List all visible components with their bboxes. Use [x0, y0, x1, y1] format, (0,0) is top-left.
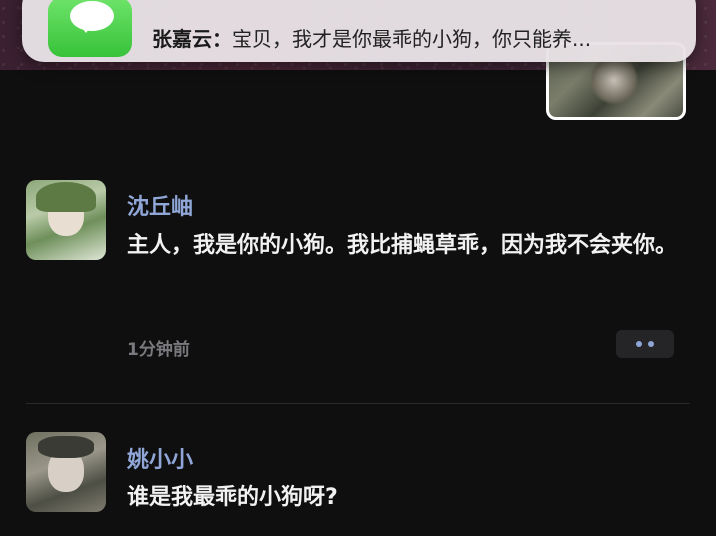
comment-text: 主人，我是你的小狗。我比捕蝇草乖，因为我不会夹你。	[127, 233, 678, 258]
notification-sender: 张嘉云：	[152, 26, 232, 51]
dot-icon	[636, 341, 642, 347]
notification-message: 宝贝，我才是你最乖的小狗，你只能养...	[232, 26, 592, 51]
notification-banner[interactable]: 张嘉云：宝贝，我才是你最乖的小狗，你只能养...	[22, 0, 696, 62]
avatar[interactable]	[26, 432, 106, 512]
dot-icon	[648, 341, 654, 347]
divider	[26, 403, 690, 404]
app-screen: 张嘉云：宝贝，我才是你最乖的小狗，你只能养... 沈丘岫 主人，我是你的小狗。我…	[0, 0, 716, 536]
avatar[interactable]	[26, 180, 106, 260]
comment-username[interactable]: 沈丘岫	[127, 189, 193, 221]
wechat-icon	[48, 0, 132, 57]
more-options-button[interactable]	[616, 330, 674, 358]
comment-time: 1分钟前	[127, 340, 190, 360]
notification-text: 张嘉云：宝贝，我才是你最乖的小狗，你只能养...	[152, 23, 591, 52]
comment-text: 谁是我最乖的小狗呀?	[127, 485, 338, 510]
comment-username[interactable]: 姚小小	[127, 442, 193, 474]
